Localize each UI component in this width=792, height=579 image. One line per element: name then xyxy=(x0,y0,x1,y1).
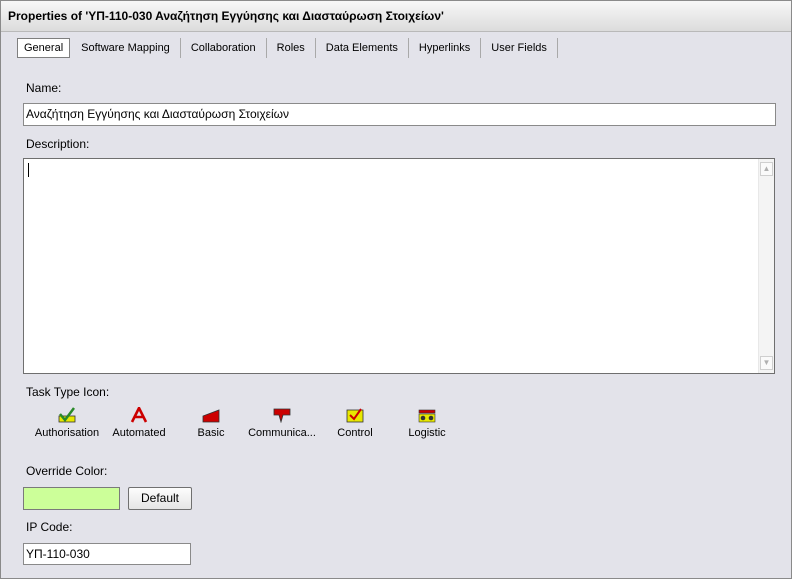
tab-software-mapping[interactable]: Software Mapping xyxy=(71,38,181,58)
name-field[interactable]: Αναζήτηση Εγγύησης και Διασταύρωση Στοιχ… xyxy=(23,103,776,126)
default-button[interactable]: Default xyxy=(128,487,192,510)
tab-general[interactable]: General xyxy=(17,38,71,58)
tab-data-elements[interactable]: Data Elements xyxy=(316,38,409,58)
checkmark-icon xyxy=(58,407,76,423)
task-type-control[interactable]: Control xyxy=(333,407,377,439)
scroll-up-arrow-icon[interactable]: ▲ xyxy=(760,162,773,176)
message-icon xyxy=(273,408,291,423)
properties-dialog: Properties of 'ΥΠ-110-030 Αναζήτηση Εγγύ… xyxy=(0,0,792,579)
description-label: Description: xyxy=(26,137,90,151)
task-type-label-control: Control xyxy=(337,427,373,439)
task-type-label-basic: Basic xyxy=(197,427,225,439)
title-bar[interactable]: Properties of 'ΥΠ-110-030 Αναζήτηση Εγγύ… xyxy=(1,1,791,32)
tab-user-fields[interactable]: User Fields xyxy=(481,38,558,58)
description-scrollbar[interactable]: ▲ ▼ xyxy=(758,159,774,373)
task-type-label-logistic: Logistic xyxy=(408,427,446,439)
description-field[interactable]: ▲ ▼ xyxy=(23,158,775,374)
tab-strip: General Software Mapping Collaboration R… xyxy=(17,37,558,59)
tab-hyperlinks[interactable]: Hyperlinks xyxy=(409,38,482,58)
text-caret xyxy=(28,163,29,177)
scroll-down-arrow-icon[interactable]: ▼ xyxy=(760,356,773,370)
letter-a-icon xyxy=(130,407,148,423)
task-type-label: Task Type Icon: xyxy=(26,385,110,399)
ip-code-label: IP Code: xyxy=(26,520,73,534)
task-type-label-authorisation: Authorisation xyxy=(34,427,100,439)
task-type-communication[interactable]: Communica... xyxy=(247,407,317,439)
cart-icon xyxy=(418,409,436,423)
tab-roles[interactable]: Roles xyxy=(267,38,316,58)
tab-collaboration[interactable]: Collaboration xyxy=(181,38,267,58)
window-title: Properties of 'ΥΠ-110-030 Αναζήτηση Εγγύ… xyxy=(8,9,444,23)
ip-code-field[interactable]: ΥΠ-110-030 xyxy=(23,543,191,565)
checkbox-icon xyxy=(346,408,364,423)
wedge-icon xyxy=(202,409,220,423)
task-type-basic[interactable]: Basic xyxy=(189,407,233,439)
override-color-label: Override Color: xyxy=(26,464,108,478)
override-color-swatch[interactable] xyxy=(23,487,120,510)
task-type-label-communication: Communica... xyxy=(248,427,316,439)
task-type-authorisation[interactable]: Authorisation xyxy=(31,407,103,439)
task-type-logistic[interactable]: Logistic xyxy=(403,407,451,439)
task-type-label-automated: Automated xyxy=(112,427,166,439)
task-type-automated[interactable]: Automated xyxy=(109,407,169,439)
name-label: Name: xyxy=(26,81,62,95)
